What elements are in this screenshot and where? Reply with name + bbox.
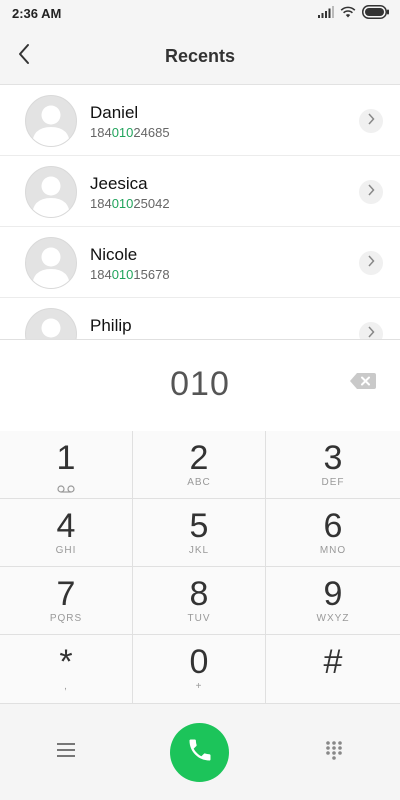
key-star[interactable]: * ,	[0, 635, 133, 704]
key-digit: 9	[323, 575, 343, 613]
wifi-icon	[340, 5, 356, 23]
key-digit: 6	[323, 507, 343, 545]
contact-row-philip[interactable]: Philip	[0, 298, 400, 339]
key-digit: 2	[189, 439, 209, 477]
backspace-button[interactable]	[348, 372, 378, 394]
contact-name: Daniel	[90, 103, 139, 122]
chevron-right-icon	[367, 254, 375, 272]
battery-icon	[362, 4, 390, 24]
key-1[interactable]: 1	[0, 431, 133, 499]
keypad: 1 2 ABC 3 DEF 4 GHI 5 JKL 6 MNO 7 PQRS 8…	[0, 431, 400, 704]
key-digit: *	[59, 643, 73, 681]
key-digit: 0	[189, 643, 209, 681]
key-7[interactable]: 7 PQRS	[0, 567, 133, 635]
chevron-right-icon	[367, 183, 375, 201]
key-letters: DEF	[321, 477, 345, 488]
key-digit: 4	[56, 507, 76, 545]
contact-detail-button[interactable]	[359, 109, 383, 133]
key-digit: 3	[323, 439, 343, 477]
contact-detail-button[interactable]	[359, 180, 383, 204]
backspace-icon	[350, 372, 376, 394]
number-match-highlight: 010	[111, 196, 134, 211]
key-letters: ABC	[187, 477, 211, 488]
phone-icon	[186, 736, 214, 769]
key-letters: WXYZ	[316, 613, 350, 624]
key-digit: 7	[56, 575, 76, 613]
avatar	[25, 95, 77, 147]
recents-list[interactable]: Daniel 18401024685 Jeesica 18401025042 N…	[0, 85, 400, 339]
signal-icon	[318, 5, 334, 23]
contact-name: Nicole	[90, 245, 138, 264]
key-6[interactable]: 6 MNO	[266, 499, 400, 567]
key-digit: 8	[189, 575, 209, 613]
status-time: 2:36 AM	[12, 6, 62, 21]
key-digit: 1	[56, 439, 76, 477]
key-hash[interactable]: #	[266, 635, 400, 704]
key-digit: 5	[189, 507, 209, 545]
contact-detail-button[interactable]	[359, 251, 383, 275]
key-letters: ,	[64, 681, 68, 692]
bottom-bar	[0, 704, 400, 800]
contact-row-nicole[interactable]: Nicole 18401015678	[0, 227, 400, 298]
contact-name: Philip	[90, 316, 132, 335]
number-match-highlight: 010	[111, 267, 134, 282]
dialpad-icon	[325, 740, 343, 765]
key-letters: TUV	[187, 613, 211, 624]
key-letters: JKL	[188, 545, 210, 556]
chevron-right-icon	[367, 325, 375, 339]
key-2[interactable]: 2 ABC	[133, 431, 266, 499]
page-title: Recents	[164, 46, 236, 66]
header-bar: Recents	[0, 28, 400, 85]
key-9[interactable]: 9 WXYZ	[266, 567, 400, 635]
contact-number: 18401024685	[90, 125, 170, 140]
menu-button[interactable]	[46, 736, 86, 768]
key-digit: #	[323, 643, 343, 681]
avatar	[25, 166, 77, 218]
number-match-highlight: 010	[111, 125, 134, 140]
contact-row-daniel[interactable]: Daniel 18401024685	[0, 85, 400, 156]
avatar	[25, 308, 77, 339]
contact-row-jeesica[interactable]: Jeesica 18401025042	[0, 156, 400, 227]
contact-number: 18401025042	[90, 196, 170, 211]
key-letters: +	[195, 681, 203, 692]
call-button[interactable]	[170, 723, 229, 782]
menu-icon	[57, 742, 75, 762]
key-3[interactable]: 3 DEF	[266, 431, 400, 499]
key-5[interactable]: 5 JKL	[133, 499, 266, 567]
status-bar: 2:36 AM	[0, 0, 400, 28]
key-letters: MNO	[319, 545, 347, 556]
contact-name: Jeesica	[90, 174, 148, 193]
key-letters: GHI	[55, 545, 77, 556]
key-letters: PQRS	[49, 613, 83, 624]
key-4[interactable]: 4 GHI	[0, 499, 133, 567]
dialpad-toggle-button[interactable]	[314, 736, 354, 768]
contact-number: 18401015678	[90, 267, 170, 282]
dial-display: 010	[0, 339, 400, 432]
key-0[interactable]: 0 +	[133, 635, 266, 704]
avatar	[25, 237, 77, 289]
key-8[interactable]: 8 TUV	[133, 567, 266, 635]
dialed-number[interactable]: 010	[0, 365, 400, 404]
voicemail-icon	[57, 480, 75, 498]
status-icons	[318, 4, 390, 24]
chevron-right-icon	[367, 112, 375, 130]
contact-detail-button[interactable]	[359, 322, 383, 339]
